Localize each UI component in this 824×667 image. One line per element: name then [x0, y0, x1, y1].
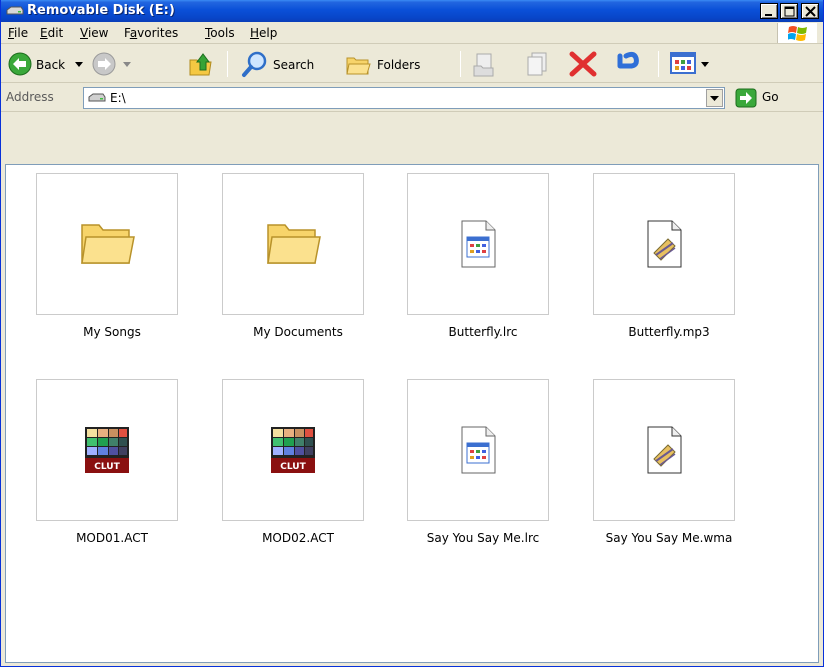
forward-dropdown-icon[interactable]	[123, 62, 131, 68]
back-arrow-icon	[8, 52, 32, 76]
move-to-icon	[473, 53, 494, 77]
file-item[interactable]: CLUT MOD01.ACT	[22, 379, 182, 569]
maximize-button[interactable]	[780, 3, 798, 19]
address-input[interactable]: E:\	[83, 87, 725, 109]
file-name[interactable]: Butterfly.mp3	[569, 325, 769, 339]
folders-icon	[346, 57, 371, 75]
file-name[interactable]: Say You Say Me.wma	[569, 531, 769, 545]
toolbar-separator	[460, 51, 461, 77]
clut-icon: CLUT	[271, 427, 315, 473]
title-bar[interactable]: Removable Disk (E:)	[1, 0, 823, 22]
thumbnail[interactable]	[36, 173, 178, 315]
folder-icon	[81, 224, 135, 264]
thumbnail[interactable]: CLUT	[36, 379, 178, 521]
document-icon	[461, 426, 496, 474]
delete-button[interactable]	[568, 50, 600, 78]
go-label[interactable]: Go	[762, 90, 779, 104]
folder-icon	[267, 224, 321, 264]
folders-label: Folders	[377, 58, 421, 72]
removable-disk-icon	[6, 5, 24, 17]
views-dropdown-icon[interactable]	[701, 62, 709, 68]
file-item[interactable]: Say You Say Me.lrc	[393, 379, 553, 569]
toolbar-separator	[658, 51, 659, 77]
file-item[interactable]: Say You Say Me.wma	[579, 379, 739, 569]
go-arrow-icon	[735, 88, 757, 108]
thumbnail[interactable]	[593, 173, 735, 315]
document-icon	[461, 220, 496, 268]
chevron-down-icon	[710, 96, 719, 101]
delete-x-icon	[569, 51, 597, 77]
address-value: E:\	[110, 91, 126, 105]
forward-arrow-icon	[92, 52, 116, 76]
thumbnail[interactable]	[407, 173, 549, 315]
media-file-icon	[647, 220, 682, 268]
folders-button[interactable]: Folders	[344, 50, 444, 78]
search-button[interactable]: Search	[241, 50, 331, 78]
back-dropdown-icon[interactable]	[75, 62, 83, 68]
close-button[interactable]	[801, 3, 819, 19]
back-button[interactable]: Back	[5, 50, 85, 78]
file-view[interactable]: My Songs My Documents Butterfly.lrc Butt…	[5, 164, 819, 663]
search-icon	[242, 51, 267, 77]
windows-logo-icon	[777, 23, 817, 43]
media-file-icon	[647, 426, 682, 474]
views-button[interactable]	[669, 50, 721, 78]
file-item[interactable]: My Songs	[22, 173, 182, 363]
menu-file[interactable]: File	[8, 26, 28, 40]
file-name[interactable]: Say You Say Me.lrc	[383, 531, 583, 545]
thumbnail[interactable]	[222, 173, 364, 315]
file-name[interactable]: MOD01.ACT	[12, 531, 212, 545]
up-folder-button[interactable]	[187, 50, 217, 78]
file-item[interactable]: Butterfly.lrc	[393, 173, 553, 363]
window-title: Removable Disk (E:)	[27, 3, 175, 18]
file-name[interactable]: Butterfly.lrc	[383, 325, 583, 339]
file-name[interactable]: My Documents	[198, 325, 398, 339]
file-item[interactable]: Butterfly.mp3	[579, 173, 739, 363]
clut-icon: CLUT	[85, 427, 129, 473]
toolbar-separator	[227, 51, 228, 77]
up-folder-icon	[189, 53, 212, 76]
standard-toolbar: Back Search Folders	[1, 45, 823, 83]
minimize-button[interactable]	[760, 3, 778, 19]
go-button[interactable]	[735, 88, 757, 108]
views-icon	[670, 52, 696, 74]
thumbnail[interactable]: CLUT	[222, 379, 364, 521]
file-name[interactable]: My Songs	[12, 325, 212, 339]
menu-edit[interactable]: Edit	[40, 26, 63, 40]
menu-favorites[interactable]: Favorites	[124, 26, 178, 40]
address-bar: Address E:\ Go	[1, 84, 823, 112]
explorer-window: Removable Disk (E:) File Edit View Favor…	[0, 0, 824, 667]
menu-bar: File Edit View Favorites Tools Help	[1, 22, 823, 44]
address-label: Address	[6, 90, 54, 104]
copy-to-button[interactable]	[524, 50, 554, 78]
file-name[interactable]: MOD02.ACT	[198, 531, 398, 545]
thumbnail[interactable]	[593, 379, 735, 521]
file-item[interactable]: CLUT MOD02.ACT	[208, 379, 368, 569]
menu-tools[interactable]: Tools	[205, 26, 235, 40]
thumbnail[interactable]	[407, 379, 549, 521]
forward-button[interactable]	[89, 50, 139, 78]
drive-icon	[88, 92, 106, 107]
undo-button[interactable]	[612, 50, 644, 78]
svg-text:CLUT: CLUT	[280, 462, 306, 472]
svg-text:CLUT: CLUT	[94, 462, 120, 472]
address-dropdown-button[interactable]	[706, 89, 723, 107]
copy-to-icon	[527, 52, 547, 76]
file-item[interactable]: My Documents	[208, 173, 368, 363]
menu-help[interactable]: Help	[250, 26, 277, 40]
move-to-button[interactable]	[471, 50, 501, 78]
back-label: Back	[36, 58, 66, 72]
menu-view[interactable]: View	[80, 26, 108, 40]
undo-icon	[617, 51, 639, 69]
search-label: Search	[273, 58, 315, 72]
